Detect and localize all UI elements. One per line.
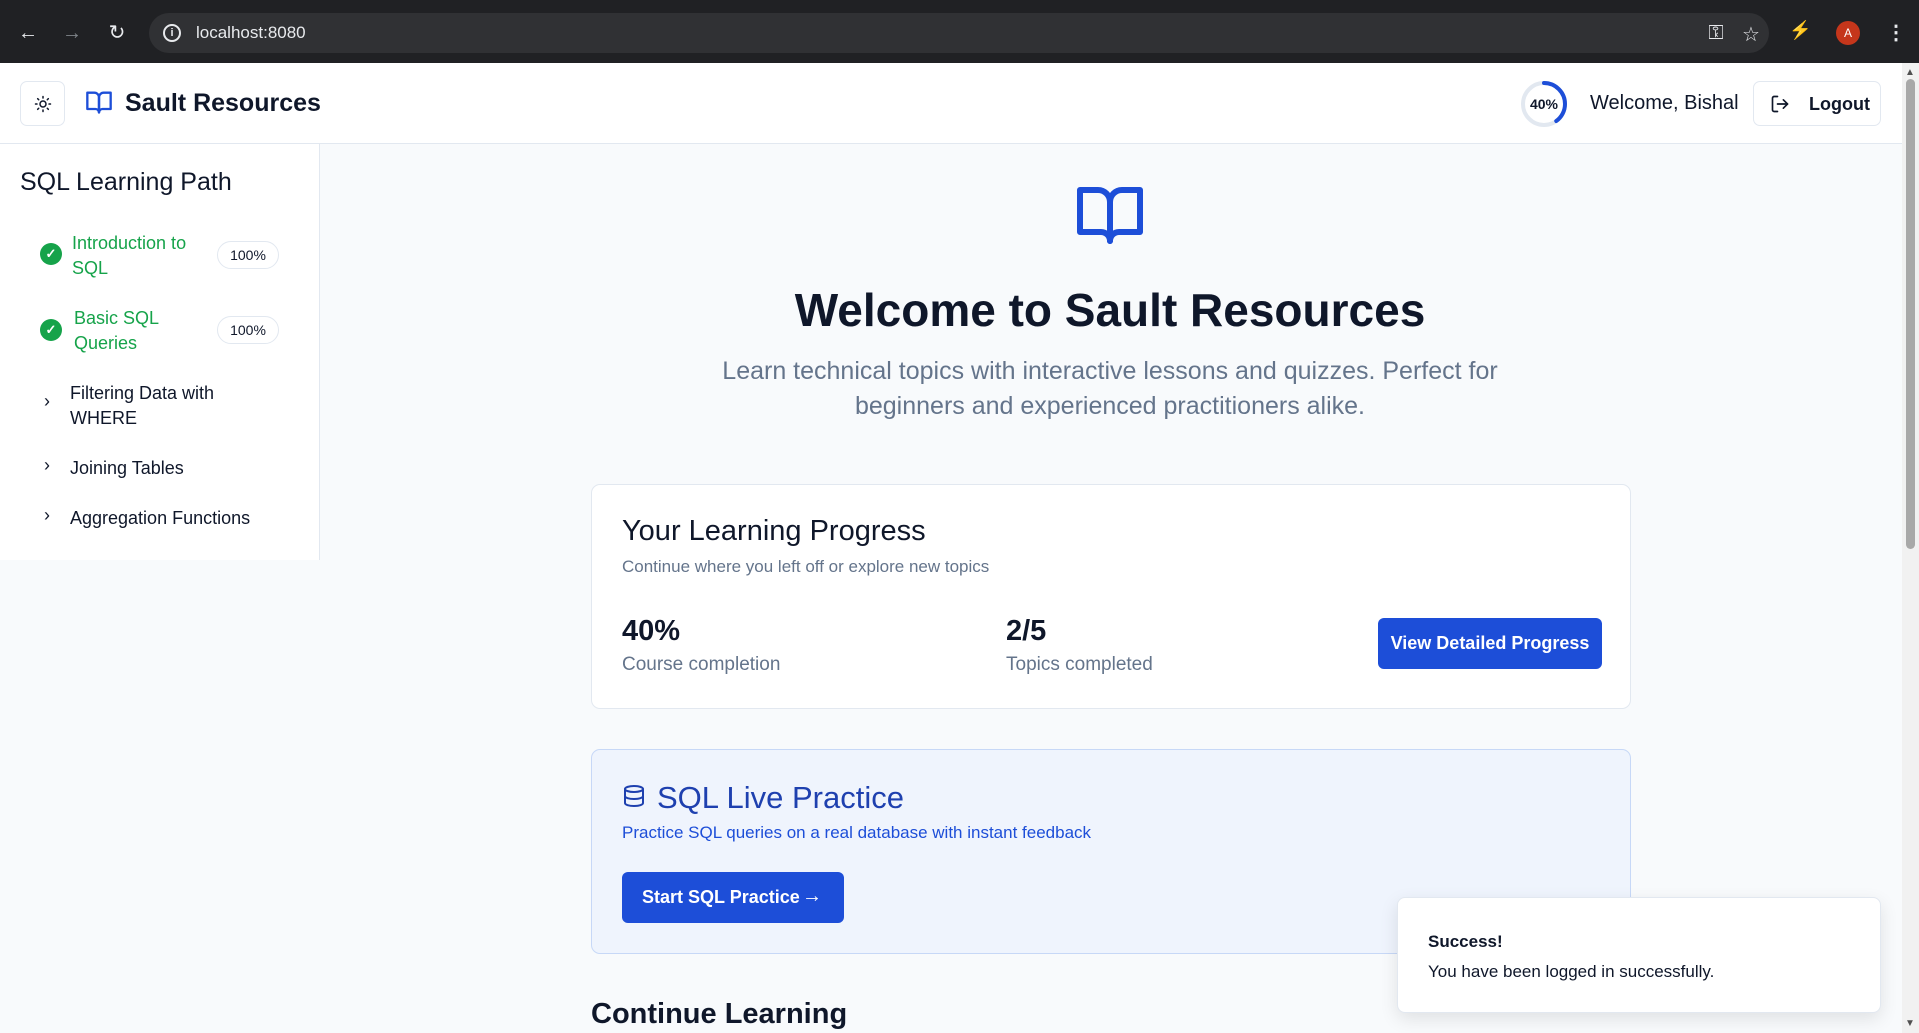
start-sql-practice-button[interactable]: Start SQL Practice → [622,872,844,923]
forward-arrow-icon[interactable]: → [58,19,86,47]
topics-completed-stat: 2/5 Topics completed [1006,615,1153,676]
topic-progress-badge: 100% [217,241,279,269]
overall-progress-ring: 40% [1520,80,1568,128]
scrollbar-thumb[interactable] [1906,79,1915,549]
stat-value: 2/5 [1006,615,1047,647]
url-text[interactable]: localhost:8080 [196,23,306,43]
card-title: SQL Live Practice [657,780,904,815]
chevron-right-icon: › [44,505,50,525]
stat-label: Topics completed [1006,654,1153,675]
database-icon [624,785,644,808]
bookmark-star-icon[interactable]: ☆ [1739,22,1763,47]
sun-icon [34,95,51,112]
logout-button[interactable]: Logout [1753,81,1881,126]
book-open-icon [86,91,112,114]
key-icon[interactable]: ⚿ [1704,22,1728,45]
reload-icon[interactable]: ↻ [103,19,131,47]
theme-toggle-button[interactable] [20,81,65,126]
topic-label: Aggregation Functions [70,508,251,528]
page-scrollbar[interactable]: ▲ ▼ [1902,63,1919,1033]
card-subtitle: Continue where you left off or explore n… [622,557,990,576]
logout-icon [1771,95,1789,113]
course-completion-stat: 40% Course completion [622,615,780,676]
arrow-right-icon: → [802,885,822,907]
app-title[interactable]: Sault Resources [125,89,321,118]
chevron-right-icon: › [44,455,50,475]
welcome-message: Welcome, Bishal [1590,92,1739,114]
topic-label: Joining Tables [70,458,184,478]
view-detailed-progress-button[interactable]: View Detailed Progress [1378,618,1602,669]
book-open-icon [1077,187,1143,244]
scroll-up-arrow-icon[interactable]: ▲ [1905,67,1915,78]
app-header: Sault Resources 40% Welcome, Bishal Logo… [0,63,1902,144]
topic-progress-badge: 100% [217,316,279,344]
stat-value: 40% [622,615,681,647]
page-subtitle: Learn technical topics with interactive … [722,357,1498,420]
learning-path-sidebar: SQL Learning Path ✓ Introduction to SQL … [0,144,320,560]
browser-menu-icon[interactable]: ⋮ [1886,20,1906,45]
button-label: Start SQL Practice [642,887,800,907]
topic-label: Introduction to SQL [72,233,187,278]
site-info-icon[interactable]: i [163,24,181,42]
card-subtitle: Practice SQL queries on a real database … [622,823,1092,842]
page-title: Welcome to Sault Resources [794,284,1426,336]
extensions-icon[interactable]: ⚡ [1789,20,1811,41]
browser-toolbar: ← → ↻ i localhost:8080 ⚿ ☆ ⚡ A ⋮ [0,0,1919,63]
profile-avatar[interactable]: A [1836,21,1860,45]
toast-message: You have been logged in successfully. [1428,962,1715,981]
success-toast[interactable]: Success! You have been logged in success… [1397,897,1881,1013]
continue-learning-heading: Continue Learning [591,998,848,1030]
learning-progress-card: Your Learning Progress Continue where yo… [591,484,1631,709]
scroll-down-arrow-icon[interactable]: ▼ [1905,1018,1915,1029]
card-title: Your Learning Progress [622,515,926,547]
chevron-right-icon: › [44,391,50,411]
check-circle-icon: ✓ [40,243,62,265]
progress-percent: 40% [1529,96,1559,112]
check-circle-icon: ✓ [40,319,62,341]
back-arrow-icon[interactable]: ← [14,19,42,47]
sidebar-title: SQL Learning Path [20,168,232,196]
toast-title: Success! [1428,932,1503,951]
address-bar[interactable]: i localhost:8080 ⚿ ☆ [149,13,1769,53]
topic-label: Filtering Data with WHERE [70,383,215,428]
logout-label: Logout [1809,94,1870,114]
stat-label: Course completion [622,654,781,675]
topic-label: Basic SQL Queries [74,308,159,353]
